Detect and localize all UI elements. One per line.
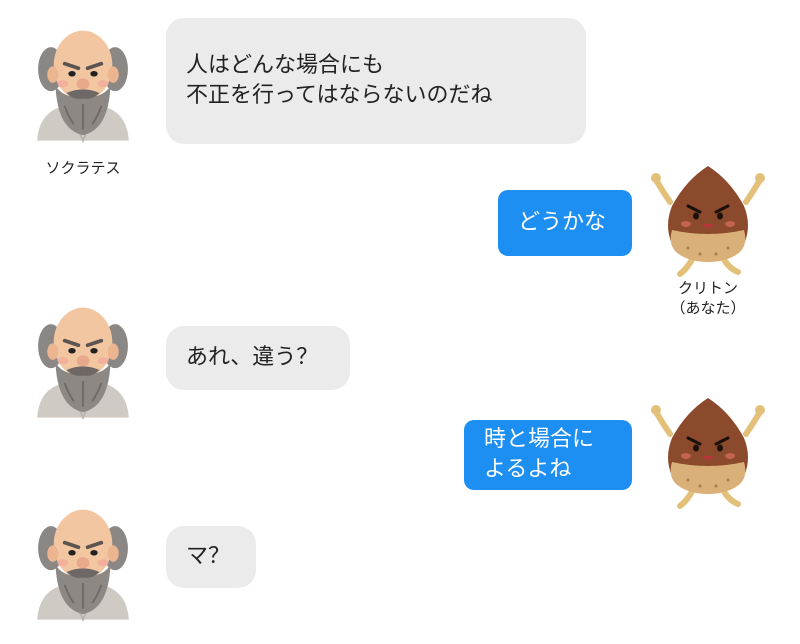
socrates-avatar-icon [35,305,131,420]
socrates-name-label: ソクラテス [45,159,121,177]
chestnut-avatar-icon [648,392,768,510]
message-bubble-socrates: 人はどんな場合にも 不正を行ってはならないのだね [166,18,586,144]
socrates-avatar [28,294,138,424]
message-bubble-socrates: あれ、違う？ [166,326,350,390]
crito-name-label: クリトン （あなた） [670,279,746,317]
message-bubble-crito: 時と場合に よるよね [464,420,632,490]
socrates-avatar [28,16,138,148]
socrates-avatar [28,496,138,626]
chestnut-avatar-icon [648,160,768,278]
socrates-avatar-icon [35,507,131,622]
crito-avatar [648,160,758,278]
socrates-avatar-icon [35,28,131,143]
crito-avatar [648,392,758,510]
message-bubble-socrates: マ？ [166,526,256,588]
message-bubble-crito: どうかな [498,190,632,256]
